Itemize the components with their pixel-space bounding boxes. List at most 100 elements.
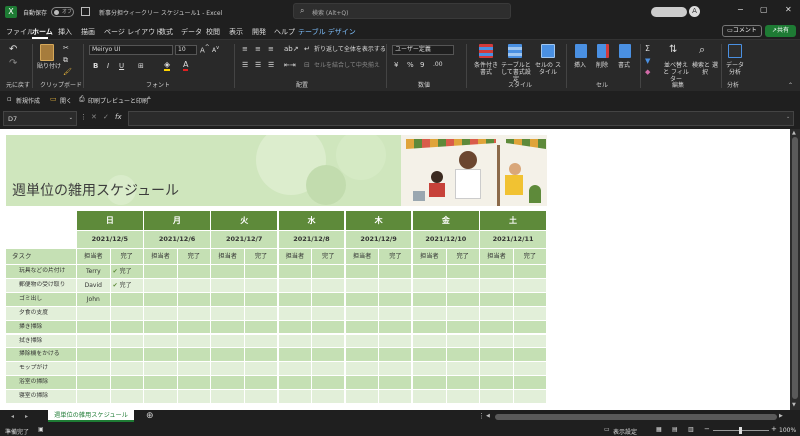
assignee-cell[interactable]: [77, 376, 110, 390]
done-cell[interactable]: [312, 362, 345, 376]
assignee-cell[interactable]: [345, 348, 379, 362]
collapse-ribbon-icon[interactable]: ⌃: [788, 82, 793, 89]
done-cell[interactable]: [110, 390, 143, 403]
done-cell[interactable]: [245, 306, 278, 320]
done-cell[interactable]: [513, 390, 546, 403]
done-cell[interactable]: [245, 278, 278, 292]
decimal-icon[interactable]: .00: [433, 61, 443, 68]
assignee-cell[interactable]: [413, 334, 446, 348]
done-cell[interactable]: [110, 362, 143, 376]
assignee-cell[interactable]: [345, 278, 379, 292]
fill-color-icon[interactable]: ◈: [164, 60, 171, 71]
date-cell-5[interactable]: 2021/12/10: [413, 231, 479, 248]
scroll-tabs-right-icon[interactable]: ▸: [25, 413, 28, 420]
assignee-cell[interactable]: [278, 376, 312, 390]
task-name-cell[interactable]: 夕食の支度: [6, 306, 76, 320]
horizontal-scrollbar[interactable]: ◀ ▶: [486, 412, 786, 422]
tab-formulas[interactable]: 数式: [159, 27, 173, 37]
done-cell[interactable]: [110, 334, 143, 348]
zoom-in-icon[interactable]: +: [771, 425, 777, 433]
done-cell[interactable]: [513, 320, 546, 334]
done-cell[interactable]: [245, 334, 278, 348]
done-cell[interactable]: [110, 320, 143, 334]
new-label[interactable]: 新規作成: [16, 96, 40, 105]
worksheet[interactable]: ▲ ▼ 週単位の雑用スケジュール タスク日 2021/12/5 担当者 完了月 2021…: [0, 129, 800, 410]
conditional-format-icon[interactable]: [479, 44, 493, 58]
day-header-2[interactable]: 火: [211, 211, 278, 230]
done-cell[interactable]: [245, 348, 278, 362]
save-icon[interactable]: [81, 7, 90, 16]
assignee-header-1[interactable]: 担当者: [144, 249, 177, 264]
shrink-font-icon[interactable]: Av: [212, 45, 219, 54]
merge-label[interactable]: セルを結合して中央揃え: [314, 62, 380, 69]
delete-cells-icon[interactable]: [597, 44, 609, 58]
zoom-slider-thumb[interactable]: [739, 427, 742, 434]
paste-label[interactable]: 貼り付け: [37, 63, 61, 70]
assignee-cell[interactable]: [480, 334, 513, 348]
assignee-cell[interactable]: [144, 348, 177, 362]
cell-styles-label[interactable]: セルの スタイル: [535, 62, 561, 76]
scroll-tabs-left-icon[interactable]: ◂: [11, 413, 14, 420]
assignee-cell[interactable]: [413, 376, 446, 390]
done-cell[interactable]: [245, 362, 278, 376]
assignee-cell[interactable]: [413, 292, 446, 306]
done-cell[interactable]: [513, 278, 546, 292]
assignee-cell[interactable]: [144, 320, 177, 334]
search-box[interactable]: ⌕ 検索 (Alt+Q): [293, 3, 511, 19]
date-cell-2[interactable]: 2021/12/7: [211, 231, 278, 248]
done-cell[interactable]: [513, 306, 546, 320]
zoom-out-icon[interactable]: −: [704, 425, 710, 433]
conditional-format-label[interactable]: 条件付き書式: [472, 62, 500, 76]
cell-styles-icon[interactable]: [541, 44, 555, 58]
day-header-4[interactable]: 木: [345, 211, 412, 230]
cut-icon[interactable]: ✂: [63, 44, 69, 52]
done-cell[interactable]: [110, 376, 143, 390]
done-cell[interactable]: [312, 348, 345, 362]
done-header-3[interactable]: 完了: [312, 249, 345, 264]
restore-icon[interactable]: ▢: [760, 5, 768, 14]
task-name-cell[interactable]: 寝室の掃除: [6, 390, 76, 403]
font-name-select[interactable]: Meiryo UI: [89, 45, 173, 55]
tab-split-handle[interactable]: ⋮: [478, 412, 485, 420]
sort-filter-icon[interactable]: ⇅: [669, 44, 677, 55]
done-cell[interactable]: [446, 265, 479, 278]
tab-insert[interactable]: 挿入: [58, 27, 72, 37]
insert-cells-icon[interactable]: [575, 44, 587, 58]
done-cell[interactable]: [379, 320, 412, 334]
assignee-cell[interactable]: [77, 320, 110, 334]
assignee-cell[interactable]: [278, 278, 312, 292]
font-color-icon[interactable]: A: [183, 60, 189, 71]
done-cell[interactable]: [379, 278, 412, 292]
done-cell[interactable]: [513, 334, 546, 348]
format-painter-icon[interactable]: 🖌: [63, 68, 72, 76]
done-cell[interactable]: [446, 334, 479, 348]
assignee-cell[interactable]: [413, 278, 446, 292]
date-cell-6[interactable]: 2021/12/11: [480, 231, 546, 248]
assignee-cell[interactable]: [211, 376, 244, 390]
normal-view-icon[interactable]: ▦: [656, 426, 662, 433]
done-cell[interactable]: ✔ 完了: [110, 265, 143, 278]
print-preview-label[interactable]: 印刷プレビューと印刷: [88, 96, 148, 105]
scroll-right-icon[interactable]: ▶: [779, 413, 783, 419]
tab-help[interactable]: ヘルプ: [274, 27, 295, 37]
tab-developer[interactable]: 開発: [252, 27, 266, 37]
format-cells-label[interactable]: 書式: [618, 62, 630, 69]
table-format-icon[interactable]: [508, 44, 522, 58]
assignee-cell[interactable]: [77, 334, 110, 348]
done-cell[interactable]: [379, 376, 412, 390]
orientation-icon[interactable]: ab↗: [284, 45, 299, 53]
tab-table-design[interactable]: テーブル デザイン: [298, 27, 356, 37]
assignee-cell[interactable]: [144, 306, 177, 320]
format-cells-icon[interactable]: [619, 44, 631, 58]
assignee-header-4[interactable]: 担当者: [345, 249, 379, 264]
done-header-1[interactable]: 完了: [177, 249, 210, 264]
assignee-cell[interactable]: [278, 306, 312, 320]
assignee-cell[interactable]: [345, 376, 379, 390]
done-header-0[interactable]: 完了: [110, 249, 143, 264]
assignee-cell[interactable]: [278, 348, 312, 362]
assignee-cell[interactable]: [278, 320, 312, 334]
delete-cells-label[interactable]: 削除: [596, 62, 608, 69]
done-cell[interactable]: [513, 265, 546, 278]
done-header-5[interactable]: 完了: [446, 249, 479, 264]
done-cell[interactable]: [177, 320, 210, 334]
